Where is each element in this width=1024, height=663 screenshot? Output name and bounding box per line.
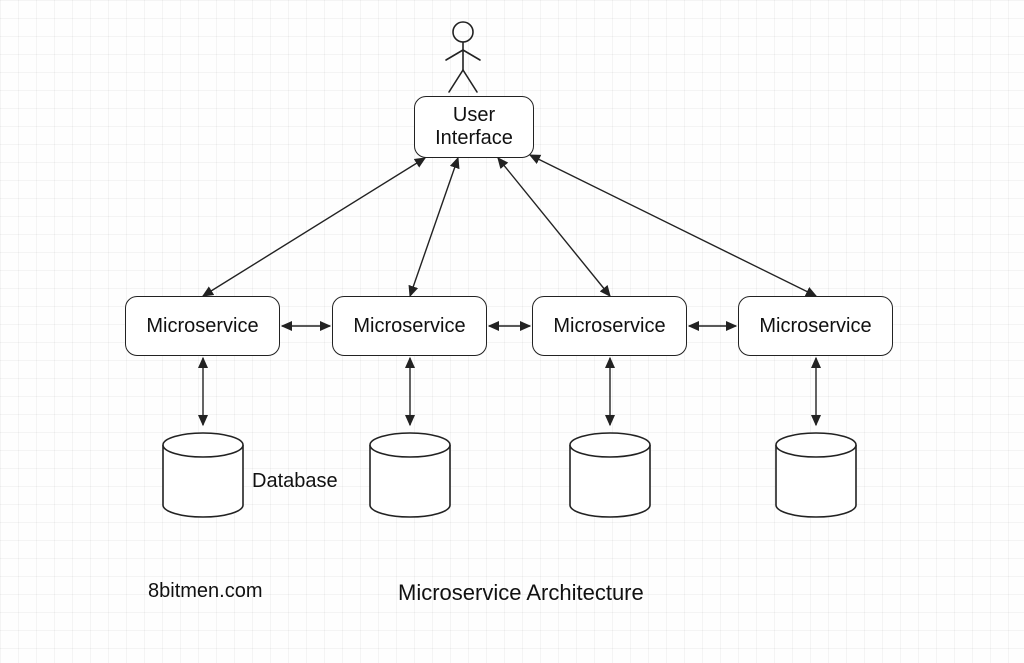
user-interface-label: User Interface (435, 104, 513, 150)
microservice-box-3: Microservice (532, 296, 687, 356)
database-label: Database (252, 470, 338, 493)
database-icon (370, 433, 450, 517)
microservice-box-1: Microservice (125, 296, 280, 356)
microservice-label: Microservice (553, 315, 665, 338)
microservice-box-4: Microservice (738, 296, 893, 356)
microservice-label: Microservice (146, 315, 258, 338)
connectors-ui-to-services (203, 155, 816, 296)
database-icon (163, 433, 243, 517)
user-interface-box: User Interface (414, 96, 534, 158)
diagram-title: Microservice Architecture (398, 580, 644, 606)
diagram-canvas: { "actor": { "name": "user-actor" }, "ui… (0, 0, 1024, 663)
microservice-box-2: Microservice (332, 296, 487, 356)
database-icon (570, 433, 650, 517)
database-icon (776, 433, 856, 517)
microservice-label: Microservice (759, 315, 871, 338)
attribution-label: 8bitmen.com (148, 580, 263, 603)
connectors-service-to-db (203, 358, 816, 425)
microservice-label: Microservice (353, 315, 465, 338)
